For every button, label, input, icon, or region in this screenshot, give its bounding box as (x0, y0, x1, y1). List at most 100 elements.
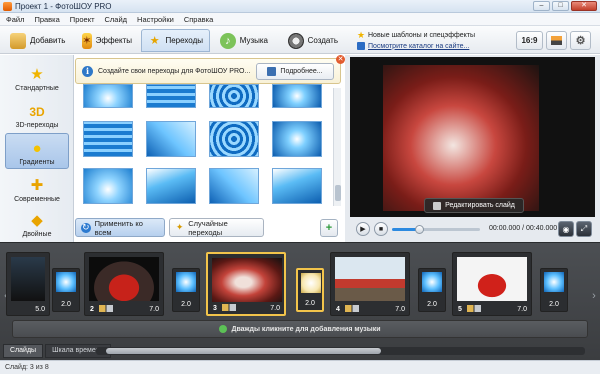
transition-thumb[interactable] (83, 168, 133, 204)
slide-2[interactable]: 2 7.0 (84, 252, 164, 316)
more-button[interactable]: Подробнее... (256, 63, 334, 80)
category-panel: ★ Стандартные 3D 3D-переходы ● Градиенты… (0, 55, 74, 242)
transition-thumb[interactable] (272, 168, 322, 204)
close-notice-icon[interactable]: ✕ (336, 55, 345, 64)
tab-add[interactable]: Добавить (3, 29, 73, 52)
title-bar: Проект 1 - ФотоШОУ PRO – □ ✕ (0, 0, 600, 13)
stop-button[interactable]: ■ (374, 222, 388, 236)
slide-duration: 7.0 (395, 306, 405, 313)
category-gradients[interactable]: ● Градиенты (5, 133, 69, 169)
aspect-ratio-button[interactable]: 16:9 (516, 31, 543, 50)
transition-thumb[interactable] (146, 168, 196, 204)
menu-help[interactable]: Справка (184, 15, 213, 24)
add-transition-button[interactable]: + (320, 219, 338, 237)
tab-label: Музыка (239, 36, 268, 45)
transition-thumb[interactable] (146, 121, 196, 157)
slide-4[interactable]: 4 7.0 (330, 252, 410, 316)
apply-to-all-button[interactable]: ↻ Применить ко всем (75, 218, 165, 237)
slide-thumbnail (457, 257, 527, 301)
slide-tools-icon (222, 304, 236, 311)
menu-edit[interactable]: Правка (34, 15, 59, 24)
tab-create[interactable]: Создать (281, 29, 345, 52)
folder-icon (10, 32, 26, 49)
edit-slide-button[interactable]: Редактировать слайд (424, 198, 524, 213)
settings-button[interactable]: ⚙ (570, 31, 591, 50)
category-label: Двойные (22, 231, 52, 238)
music-icon (219, 325, 228, 333)
menu-slide[interactable]: Слайд (105, 15, 128, 24)
transition-thumb[interactable] (209, 121, 259, 157)
category-3d[interactable]: 3D 3D-переходы (5, 96, 69, 132)
slide-tools-icon (99, 305, 113, 312)
category-label: Градиенты (19, 159, 55, 166)
chevron-right-icon[interactable]: › (590, 290, 598, 302)
slide-duration: 7.0 (517, 306, 527, 313)
scrollbar-thumb[interactable] (335, 185, 341, 201)
tab-effects[interactable]: ✶ Эффекты (75, 29, 139, 52)
status-bar: Слайд: 3 из 8 (0, 360, 600, 374)
slide-duration: 7.0 (270, 305, 280, 312)
gear-icon: ⚙ (575, 35, 586, 47)
close-button[interactable]: ✕ (571, 1, 597, 11)
slide-3[interactable]: 3 7.0 (206, 252, 286, 316)
category-double[interactable]: ◆ Двойные (5, 205, 69, 241)
tab-transitions[interactable]: ★ Переходы (141, 29, 210, 52)
menu-settings[interactable]: Настройки (137, 15, 174, 24)
slide-1[interactable]: 5.0 (6, 252, 50, 316)
fullscreen-button[interactable]: ⤢ (576, 221, 592, 237)
fullscreen-layout-button[interactable] (546, 31, 567, 50)
category-standard[interactable]: ★ Стандартные (5, 59, 69, 95)
transition-thumb[interactable] (146, 84, 196, 108)
tab-slides[interactable]: Слайды (3, 344, 44, 358)
play-button[interactable]: ▶ (356, 222, 370, 236)
play-icon: ▶ (360, 226, 366, 233)
transition-thumb[interactable] (272, 121, 322, 157)
snapshot-button[interactable]: ◉ (558, 221, 574, 237)
menu-project[interactable]: Проект (70, 15, 95, 24)
catalog-icon (357, 42, 365, 50)
tab-label: Переходы (165, 36, 203, 45)
category-modern[interactable]: ✚ Современные (5, 170, 69, 206)
transition-thumb[interactable] (209, 168, 259, 204)
tab-label: Эффекты (95, 36, 132, 45)
templates-hint[interactable]: ★ Новые шаблоны и спецэффекты (357, 31, 475, 40)
transition-thumb[interactable] (272, 84, 322, 108)
transition-1[interactable]: 2.0 (52, 268, 80, 312)
app-logo-icon (3, 1, 12, 11)
transition-5[interactable]: 2.0 (540, 268, 568, 312)
grid-scrollbar[interactable] (333, 88, 341, 206)
maximize-button[interactable]: □ (552, 1, 569, 11)
menu-file[interactable]: Файл (6, 15, 24, 24)
slide-thumbnail (11, 257, 45, 301)
timeline-scrollbar[interactable] (96, 347, 585, 355)
fullscreen-icon: ⤢ (580, 224, 588, 233)
apply-label: Применить ко всем (94, 218, 143, 237)
scrollbar-thumb[interactable] (106, 348, 381, 354)
random-transitions-button[interactable]: ✦ Случайные переходы (169, 218, 264, 237)
minimize-button[interactable]: – (533, 1, 550, 11)
transition-2[interactable]: 2.0 (172, 268, 200, 312)
transition-thumb[interactable] (209, 84, 259, 108)
music-track[interactable]: Дважды кликните для добавления музыки (12, 320, 588, 338)
transition-4[interactable]: 2.0 (418, 268, 446, 312)
slide-thumbnail (335, 257, 405, 301)
tab-music[interactable]: ♪ Музыка (213, 29, 275, 52)
category-label: Стандартные (15, 85, 59, 92)
catalog-link[interactable]: Посмотрите каталог на сайте... (357, 42, 469, 50)
gradient-icon: ● (32, 140, 42, 157)
transition-thumbnail (544, 272, 564, 292)
stop-icon: ■ (378, 225, 384, 233)
notice-text: Создайте свои переходы для ФотоШОУ PRO..… (98, 67, 251, 75)
slide-tools-icon (467, 305, 481, 312)
slide-strip: 5.0 2.0 2 7.0 2.0 3 7.0 2.0 4 7.0 2.0 5 (6, 252, 588, 316)
transition-3[interactable]: 2.0 (296, 268, 324, 312)
preview-image (383, 65, 539, 211)
slide-5[interactable]: 5 7.0 (452, 252, 532, 316)
slide-number: 5 (458, 306, 462, 313)
status-text: Слайд: 3 из 8 (5, 364, 49, 371)
music-hint-text: Дважды кликните для добавления музыки (231, 325, 381, 333)
slide-number: 3 (213, 305, 217, 312)
playback-progress[interactable] (392, 225, 480, 234)
transition-thumb[interactable] (83, 121, 133, 157)
transition-thumb[interactable] (83, 84, 133, 108)
